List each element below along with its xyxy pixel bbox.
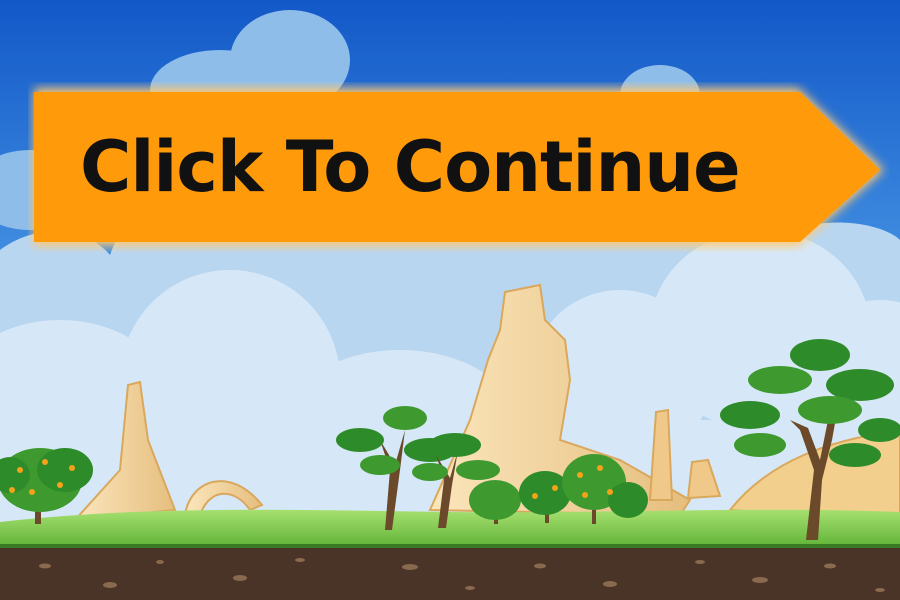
continue-label: Click To Continue (80, 126, 741, 208)
continue-button[interactable]: Click To Continue (28, 82, 890, 252)
grass (0, 509, 900, 548)
soil (0, 546, 900, 600)
soil-edge (0, 544, 900, 548)
